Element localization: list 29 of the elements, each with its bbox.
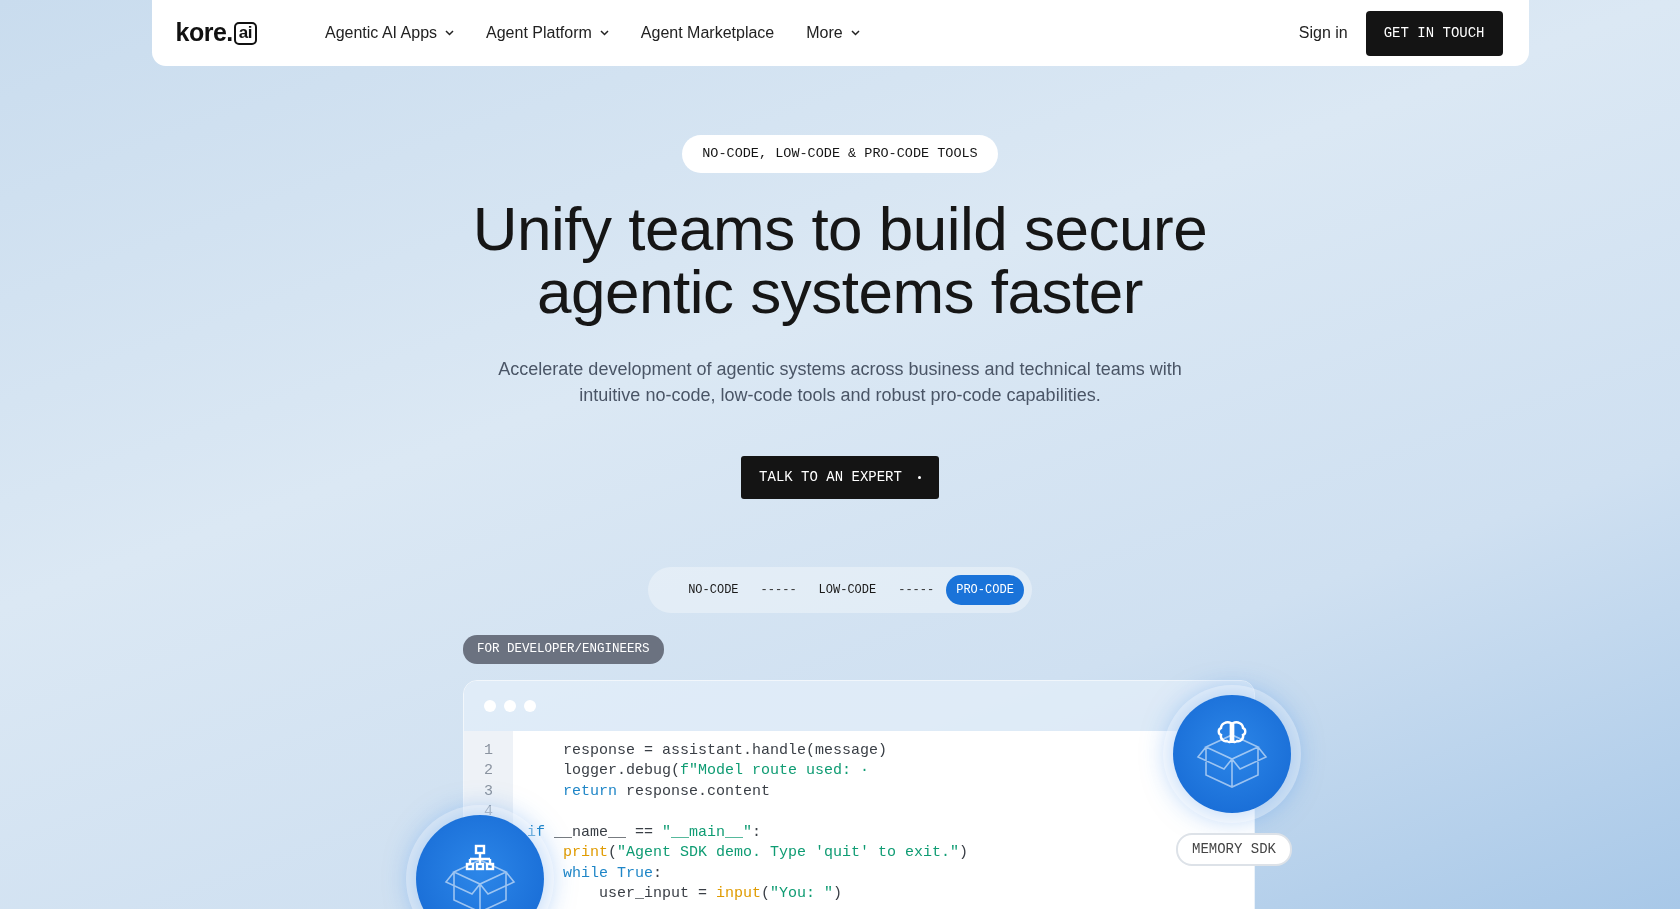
- sign-in-link[interactable]: Sign in: [1298, 21, 1348, 45]
- code-line: user_input = input("You: "): [598, 885, 843, 903]
- line-number: 3: [484, 782, 493, 800]
- eyebrow-label: NO-CODE, LOW-CODE & PRO-CODE TOOLS: [682, 135, 998, 174]
- dashed-separator: -----: [760, 581, 797, 599]
- nav-link[interactable]: Agent Platform: [486, 21, 609, 45]
- get-in-touch-button[interactable]: GET IN TOUCH: [1365, 10, 1503, 56]
- code-line: return response.content: [562, 782, 771, 800]
- dashed-separator: -----: [898, 581, 935, 599]
- line-number: 1: [484, 741, 493, 759]
- talk-to-expert-button[interactable]: TALK TO AN EXPERT: [741, 455, 939, 499]
- code-line: logger.debug(f"Model route used: ·: [562, 762, 870, 780]
- code-line: response = assistant.handle(message): [562, 741, 888, 759]
- sdk-label: MEMORY SDK: [1176, 832, 1292, 866]
- line-number: 4: [484, 803, 493, 821]
- mode-tab[interactable]: LOW-CODE: [808, 574, 887, 605]
- logo[interactable]: kore. ai: [175, 14, 257, 52]
- mode-tab[interactable]: PRO-CODE: [946, 574, 1024, 605]
- audience-tag: FOR DEVELOPER/ENGINEERS: [463, 634, 664, 664]
- hero-subtitle: Accelerate development of agentic systems across business and technical teams with intuitive no-code, low-code tools and robust pro-code capabilities.: [497, 357, 1183, 407]
- nav-link[interactable]: More: [806, 21, 860, 45]
- hero-heading: Unify teams to build secure agentic systems faster: [472, 197, 1208, 324]
- mode-tab[interactable]: NO-CODE: [678, 574, 749, 605]
- code-line: while True:: [562, 864, 663, 882]
- code-line: print("Agent SDK demo. Type 'quit' to exit."): [562, 844, 969, 862]
- nav-link[interactable]: Agentic AI Apps: [324, 21, 455, 45]
- line-number: 2: [484, 762, 493, 780]
- code-line: if __name__ == "__main__":: [527, 823, 762, 841]
- nav-link[interactable]: Agent Marketplace: [640, 21, 775, 45]
